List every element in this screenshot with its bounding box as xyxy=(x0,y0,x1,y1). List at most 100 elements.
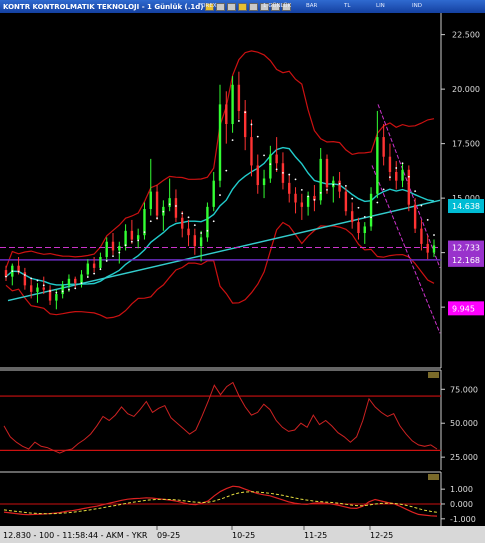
candle-body xyxy=(319,158,322,201)
ema-dot xyxy=(357,206,360,209)
candle-body xyxy=(199,237,203,247)
price-tag-label: 12.733 xyxy=(452,244,480,253)
candle-body xyxy=(231,84,234,125)
print-icon[interactable] xyxy=(216,2,226,11)
status-text: 12.830 - 100 - 11:58:44 - AKM - YKR xyxy=(3,531,148,540)
candle-body xyxy=(306,195,310,207)
chart-icon[interactable] xyxy=(227,2,237,11)
candle-body xyxy=(181,217,184,229)
ema-dot xyxy=(212,220,215,223)
ema-dot xyxy=(156,217,158,220)
ema-dot xyxy=(225,169,228,172)
ema-dot xyxy=(36,279,39,282)
rsi-panel[interactable]: 75.000 50.000 25.000 xyxy=(0,369,485,470)
candle-body xyxy=(130,230,134,240)
candle-body xyxy=(269,154,272,179)
ema-dot xyxy=(294,178,297,181)
ema-dot xyxy=(338,182,341,185)
x-axis-label: 11-25 xyxy=(304,531,327,540)
ema-dot xyxy=(420,204,423,207)
candle-body xyxy=(256,165,259,186)
ema-dot xyxy=(149,220,152,223)
candle-body xyxy=(124,230,127,247)
price-axis-label: 20.000 xyxy=(452,85,480,94)
ema-dot xyxy=(193,224,196,227)
ema-dot xyxy=(326,188,328,191)
candle-body xyxy=(401,169,404,181)
candle-body xyxy=(4,270,8,277)
candle-body xyxy=(413,204,417,229)
candle-body xyxy=(369,193,373,227)
candle-body xyxy=(187,228,190,236)
price-tag-label: 9.945 xyxy=(452,304,475,313)
ema-dot xyxy=(11,270,14,273)
ema-dot xyxy=(200,232,203,234)
ema-dot xyxy=(105,260,108,262)
rsi-axis-label: 25.000 xyxy=(450,453,478,462)
ema-dot xyxy=(395,167,398,169)
candle-body xyxy=(149,191,152,210)
ema-dot xyxy=(55,291,58,294)
candle-body xyxy=(155,191,159,216)
stock-chart[interactable]: 22.50020.00017.50015.00012.50010.000 14.… xyxy=(0,13,485,543)
ema-dot xyxy=(175,205,177,207)
candle-body xyxy=(193,235,197,247)
candle-body xyxy=(174,198,178,218)
ema-dot xyxy=(426,219,429,221)
macd-panel[interactable]: 1.000 0.000 -1.000 xyxy=(0,471,485,526)
toolbar-indicator-label[interactable]: IND xyxy=(412,3,422,9)
ema-dot xyxy=(137,239,140,242)
candle-body xyxy=(212,180,215,207)
candle-body xyxy=(294,193,297,203)
ema-dot xyxy=(237,120,240,122)
toolbar-forex-label[interactable]: FOREX xyxy=(198,3,217,9)
candle-body xyxy=(407,169,411,205)
ema-dot xyxy=(376,201,379,204)
window-title: KONTR KONTROLMATIK TEKNOLOJI - 1 Günlük … xyxy=(3,2,204,11)
ema-dot xyxy=(332,183,335,186)
candle-body xyxy=(36,287,39,292)
ema-dot xyxy=(42,284,45,287)
ema-dot xyxy=(256,135,259,138)
candle-body xyxy=(111,241,115,251)
ema-dot xyxy=(17,270,20,273)
ema-dot xyxy=(363,215,366,218)
macd-panel-controls-icon[interactable] xyxy=(428,474,439,480)
ema-dot xyxy=(319,191,322,194)
candle-body xyxy=(395,171,398,181)
candle-body xyxy=(426,243,429,253)
ema-dot xyxy=(5,275,7,278)
ema-dot xyxy=(307,195,310,198)
candle-body xyxy=(300,202,304,207)
ema-dot xyxy=(370,216,372,219)
candle-body xyxy=(344,191,348,212)
ema-dot xyxy=(112,255,114,258)
ema-dot xyxy=(313,198,316,201)
ema-dot xyxy=(288,173,291,176)
toolbar-currency-label[interactable]: TL xyxy=(344,3,350,9)
toolbar-bar-label[interactable]: BAR xyxy=(306,3,317,9)
candle-body xyxy=(325,158,329,188)
price-tag-label: 14.638 xyxy=(452,202,480,211)
ema-dot xyxy=(407,175,410,178)
ema-dot xyxy=(30,277,33,280)
candle-body xyxy=(168,198,171,207)
toolbar-period-label[interactable]: 1 GÜNLÜK xyxy=(263,3,291,9)
ema-dot xyxy=(86,276,89,278)
ema-dot xyxy=(49,290,51,292)
x-axis-label: 12-25 xyxy=(370,531,393,540)
ema-dot xyxy=(68,288,70,291)
title-bar[interactable]: KONTR KONTROLMATIK TEKNOLOJI - 1 Günlük … xyxy=(0,0,485,13)
rsi-panel-controls-icon[interactable] xyxy=(428,372,439,378)
ema-dot xyxy=(300,188,303,191)
price-panel[interactable]: 22.50020.00017.50015.00012.50010.000 14.… xyxy=(0,13,485,369)
forex-icon[interactable] xyxy=(238,2,248,11)
draw-icon[interactable] xyxy=(249,2,259,11)
macd-axis-label: 1.000 xyxy=(450,485,473,494)
ema-dot xyxy=(219,194,221,196)
candle-body xyxy=(350,211,354,223)
candle-body xyxy=(55,294,58,301)
ema-dot xyxy=(382,188,385,191)
toolbar-scale-label[interactable]: LIN xyxy=(376,3,385,9)
candle-body xyxy=(338,180,341,192)
